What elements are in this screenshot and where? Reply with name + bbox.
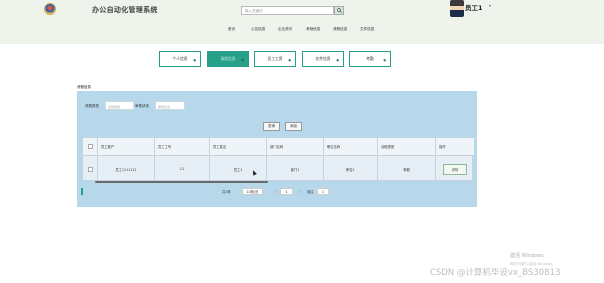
search-button[interactable] [334, 6, 344, 15]
td-action: 详情 [436, 156, 474, 182]
leave-type-input[interactable]: 请假类型 [105, 101, 134, 110]
filter-label-leave-type: 请假类型 [85, 104, 99, 108]
user-menu-caret-icon[interactable]: ▾ [489, 3, 491, 8]
th-type: 请假类型 [378, 138, 436, 156]
nav-attendance[interactable]: 考勤信息 [306, 27, 320, 32]
quick-link-salary[interactable]: 员工工资 ● [254, 51, 296, 67]
search-input[interactable]: 输入关键词 [241, 6, 334, 15]
td-account: 员工1111111 [98, 156, 155, 182]
nav-notices[interactable]: 公告信息 [251, 27, 265, 32]
quick-link-leave[interactable]: 请假信息 ● [207, 51, 249, 67]
lock-icon: ● [288, 58, 291, 62]
data-table: 员工账户 员工工号 员工姓名 部门名称 职位名称 请假类型 操作 员工11111… [82, 137, 474, 182]
lock-icon: ● [193, 58, 196, 62]
detail-button[interactable]: 详情 [443, 163, 467, 175]
search-icon [336, 8, 342, 13]
nav-news[interactable]: 企业资讯 [278, 27, 292, 32]
scroll-indicator [81, 188, 83, 195]
lock-icon: ● [383, 58, 386, 62]
td-position: 职位1 [324, 156, 378, 182]
status-input[interactable]: 审核状态 [155, 101, 185, 110]
lock-icon: ● [336, 58, 339, 62]
select-all-checkbox[interactable] [87, 144, 93, 149]
filter-label-status: 审核状态 [135, 104, 149, 108]
query-button[interactable]: 查询 [263, 122, 280, 131]
user-name[interactable]: 员工1 [465, 2, 483, 12]
prev-page-button[interactable]: < [271, 188, 279, 195]
nav-leave[interactable]: 请假信息 [333, 27, 347, 32]
pager-total: 共1条 [222, 190, 231, 194]
csdn-watermark: CSDN @计算机毕设vx_BS30813 [430, 268, 561, 278]
current-page[interactable]: 1 [280, 188, 293, 195]
quick-link-files[interactable]: 文件信息 ● [302, 51, 344, 67]
td-name: 员工1 [210, 156, 267, 182]
quick-link-label: 考勤 [366, 56, 374, 61]
top-header: 办公自动化管理系统 输入关键词 员工1 ▾ 首页 公告信息 企业资讯 考勤信息 … [0, 0, 604, 44]
table-scrollbar-thumb[interactable] [95, 181, 268, 183]
add-button[interactable]: 添加 [285, 122, 302, 131]
th-position: 职位名称 [324, 138, 378, 156]
row-checkbox-cell [83, 156, 98, 182]
nav-home[interactable]: 首页 [228, 27, 235, 32]
td-dept: 部门1 [267, 156, 324, 182]
th-dept: 部门名称 [267, 138, 324, 156]
goto-label: 前往 [307, 190, 314, 194]
windows-activation-watermark: 激活 Windows [510, 253, 544, 259]
section-title: 请假信息 [77, 85, 91, 89]
next-page-button[interactable]: > [295, 188, 303, 195]
quick-link-label: 员工工资 [267, 56, 283, 61]
quick-link-attendance[interactable]: 考勤 ● [349, 51, 391, 67]
quick-link-label: 个人信息 [172, 56, 188, 61]
main-nav: 首页 公告信息 企业资讯 考勤信息 请假信息 文件信息 [0, 27, 604, 35]
th-action: 操作 [436, 138, 474, 156]
th-number: 员工工号 [155, 138, 210, 156]
row-checkbox[interactable] [87, 166, 93, 172]
app-logo [44, 3, 56, 15]
goto-page-input[interactable]: 1 [317, 188, 329, 195]
user-avatar[interactable] [450, 0, 464, 17]
nav-files[interactable]: 文件信息 [360, 27, 374, 32]
td-number: 11 [155, 156, 210, 182]
quick-link-label: 文件信息 [315, 56, 331, 61]
header-checkbox-cell [83, 138, 98, 156]
td-type: 事假 [378, 156, 436, 182]
th-account: 员工账户 [98, 138, 155, 156]
quick-link-label: 请假信息 [220, 56, 236, 61]
page-size-select[interactable]: 10条/页 [242, 188, 263, 195]
quick-link-profile[interactable]: 个人信息 ● [159, 51, 201, 67]
app-title: 办公自动化管理系统 [92, 6, 158, 14]
th-name: 员工姓名 [210, 138, 267, 156]
lock-icon: ● [241, 58, 244, 62]
